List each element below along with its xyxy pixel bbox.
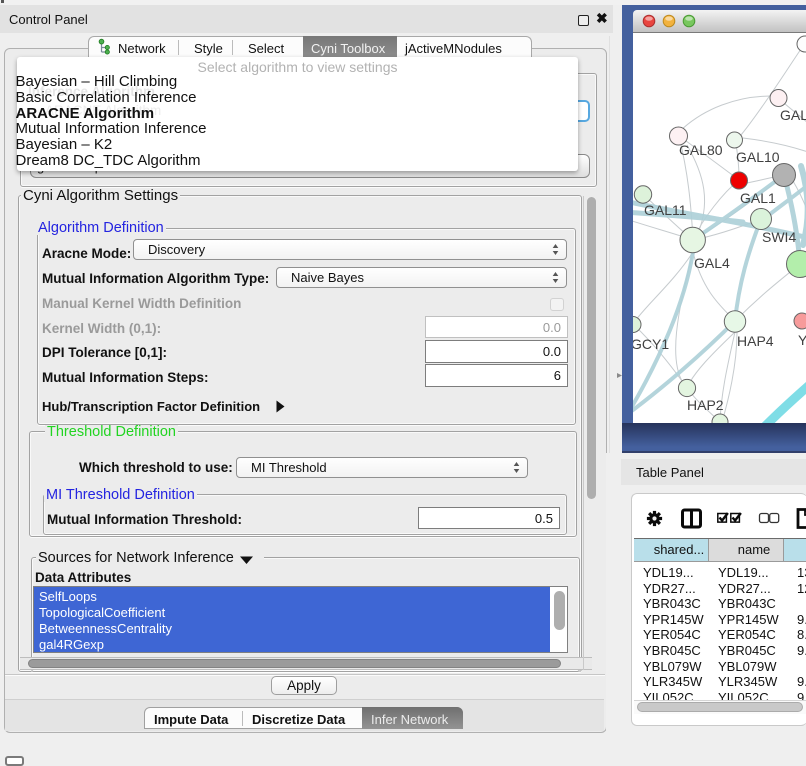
svg-text:HAP2: HAP2 (687, 397, 724, 413)
svg-text:GAL1: GAL1 (740, 190, 776, 206)
svg-text:GAL11: GAL11 (644, 202, 687, 218)
svg-text:GAL10: GAL10 (736, 149, 780, 165)
svg-text:GAL4: GAL4 (694, 255, 730, 271)
svg-text:HAP4: HAP4 (737, 333, 774, 349)
svg-text:GAL80: GAL80 (679, 142, 723, 158)
svg-text:GCY1: GCY1 (633, 336, 669, 352)
svg-text:Y: Y (798, 332, 806, 348)
svg-text:GAL: GAL (780, 107, 806, 123)
svg-text:SWI4: SWI4 (762, 229, 796, 245)
